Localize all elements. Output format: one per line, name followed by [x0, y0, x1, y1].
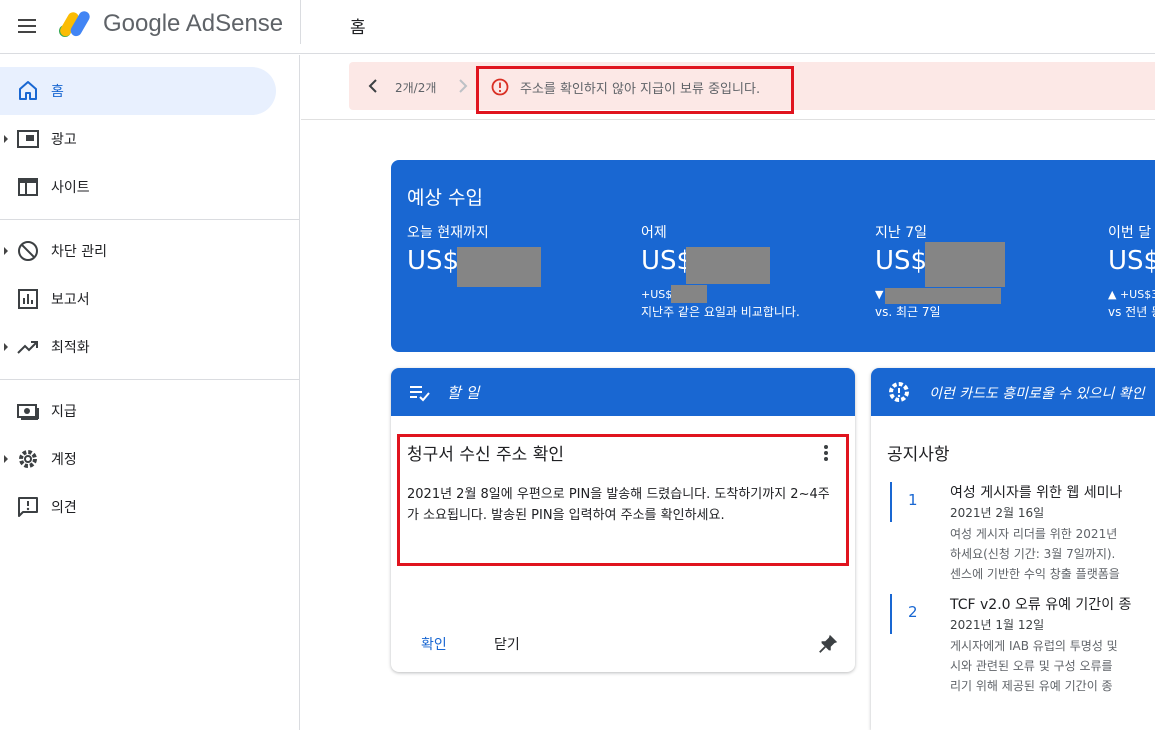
announcement-date: 2021년 1월 12일 [950, 618, 1045, 632]
sidebar: 홈 광고 사이트 차단 관리 보고서 최적화 지급 계정 의견 [0, 55, 300, 730]
earnings-currency: US$ [407, 246, 460, 276]
ad-frame-icon [17, 130, 39, 148]
earnings-last-7-days[interactable]: 지난 7일 US$ ▼ vs. 최근 7일 [875, 222, 1105, 342]
trending-up-icon [17, 341, 38, 354]
earnings-label: 이번 달 [1108, 225, 1152, 241]
sidebar-divider [0, 219, 300, 220]
adsense-logo-icon[interactable] [58, 8, 92, 38]
expand-caret-icon [4, 247, 8, 255]
earnings-label: 오늘 현재까지 [407, 225, 489, 241]
announcement-title[interactable]: 여성 게시자를 위한 웹 세미나 [950, 482, 1122, 502]
sidebar-item-label: 계정 [51, 452, 77, 468]
redacted-delta [885, 288, 1001, 304]
earnings-label: 지난 7일 [875, 225, 927, 241]
expand-caret-icon [4, 135, 8, 143]
earnings-this-month[interactable]: 이번 달 US$ ▲ +US$3 vs 전년 동 [1108, 222, 1155, 342]
sidebar-item-label: 최적화 [51, 340, 90, 356]
suggested-cards-panel: 이런 카드도 흥미로울 수 있으니 확인 공지사항 1 여성 게시자를 위한 웹… [871, 368, 1155, 730]
payments-icon [17, 404, 39, 420]
earnings-compare: vs. 최근 7일 [875, 305, 941, 319]
sidebar-item-label: 사이트 [51, 180, 90, 196]
sidebar-item-label: 의견 [51, 500, 77, 516]
alert-message[interactable]: 주소를 확인하지 않아 지급이 보류 중입니다. [520, 78, 760, 97]
suggested-cards-header: 이런 카드도 흥미로울 수 있으니 확인 [871, 368, 1155, 416]
sidebar-item-label: 광고 [51, 132, 77, 148]
earnings-compare: 지난주 같은 요일과 비교합니다. [641, 305, 800, 319]
hamburger-menu-icon[interactable] [16, 14, 40, 38]
page-title: 홈 [350, 18, 366, 38]
announcement-number: 2 [890, 594, 920, 634]
earnings-currency: US$ [1108, 246, 1155, 276]
dismiss-button[interactable]: 닫기 [494, 634, 520, 654]
earnings-delta: ▼ [875, 288, 884, 301]
earnings-delta: ▲ +US$3 [1108, 288, 1155, 301]
earnings-title: 예상 수입 [407, 187, 483, 209]
todo-card-header: 할 일 [391, 368, 855, 416]
sidebar-item-reports[interactable]: 보고서 [0, 275, 276, 323]
sidebar-divider [0, 379, 300, 380]
pin-icon[interactable] [817, 633, 839, 655]
announcement-text: 게시자에게 IAB 유럽의 투명성 및 시와 관련된 오류 및 구성 오류를 리… [950, 639, 1118, 693]
sidebar-item-home[interactable]: 홈 [0, 67, 276, 115]
announcement-number: 1 [890, 482, 920, 522]
sidebar-item-sites[interactable]: 사이트 [0, 163, 276, 211]
earnings-compare: vs 전년 동 [1108, 305, 1155, 319]
expand-caret-icon [4, 455, 8, 463]
todo-card-title: 할 일 [447, 384, 480, 402]
suggested-cards-title: 이런 카드도 흥미로울 수 있으니 확인 [929, 386, 1145, 402]
earnings-currency: US$ [875, 246, 928, 276]
sidebar-item-blocking[interactable]: 차단 관리 [0, 227, 276, 275]
sidebar-item-label: 차단 관리 [51, 244, 107, 260]
announcements-title: 공지사항 [887, 445, 950, 465]
web-window-icon [18, 178, 38, 196]
announcement-date: 2021년 2월 16일 [950, 506, 1045, 520]
confirm-button[interactable]: 확인 [421, 634, 447, 654]
announcement-title[interactable]: TCF v2.0 오류 유예 기간이 종 [950, 594, 1131, 614]
home-icon [19, 81, 37, 100]
sidebar-item-account[interactable]: 계정 [0, 435, 276, 483]
redacted-amount [925, 242, 1005, 287]
earnings-yesterday[interactable]: 어제 US$ +US$ 지난주 같은 요일과 비교합니다. [641, 222, 871, 342]
earnings-label: 어제 [641, 225, 667, 241]
redacted-amount [457, 247, 541, 287]
sidebar-item-feedback[interactable]: 의견 [0, 483, 276, 531]
sidebar-item-label: 홈 [51, 84, 64, 100]
pager-count: 2개/2개 [395, 81, 437, 95]
chevron-right-icon[interactable] [453, 76, 473, 96]
error-circle-icon [491, 78, 509, 96]
highlight-box [397, 434, 849, 566]
sidebar-item-label: 보고서 [51, 292, 90, 308]
sidebar-item-ads[interactable]: 광고 [0, 115, 276, 163]
sidebar-item-payments[interactable]: 지급 [0, 387, 276, 435]
sidebar-item-optimization[interactable]: 최적화 [0, 323, 276, 371]
redacted-delta [671, 285, 707, 303]
content-divider [301, 119, 1155, 120]
gear-alert-icon [889, 382, 909, 402]
redacted-amount [686, 247, 770, 284]
earnings-today[interactable]: 오늘 현재까지 US$ [407, 222, 637, 342]
sidebar-item-label: 지급 [51, 404, 77, 420]
chevron-left-icon[interactable] [363, 76, 383, 96]
feedback-icon [18, 497, 38, 517]
bar-chart-icon [18, 289, 38, 309]
expand-caret-icon [4, 343, 8, 351]
brand-name[interactable]: Google AdSense [103, 10, 283, 38]
estimated-earnings-card[interactable]: 예상 수입 오늘 현재까지 US$ 어제 US$ +US$ 지난주 같은 요일과… [391, 160, 1155, 352]
header-divider [300, 0, 301, 44]
earnings-delta: +US$ [641, 288, 673, 301]
top-app-bar: Google AdSense 홈 [0, 0, 1155, 54]
playlist-check-icon [410, 386, 430, 402]
announcement-text: 여성 게시자 리더를 위한 2021년 하세요(신청 기간: 3월 7일까지).… [950, 527, 1120, 581]
block-icon [18, 241, 38, 261]
settings-icon [19, 450, 37, 468]
